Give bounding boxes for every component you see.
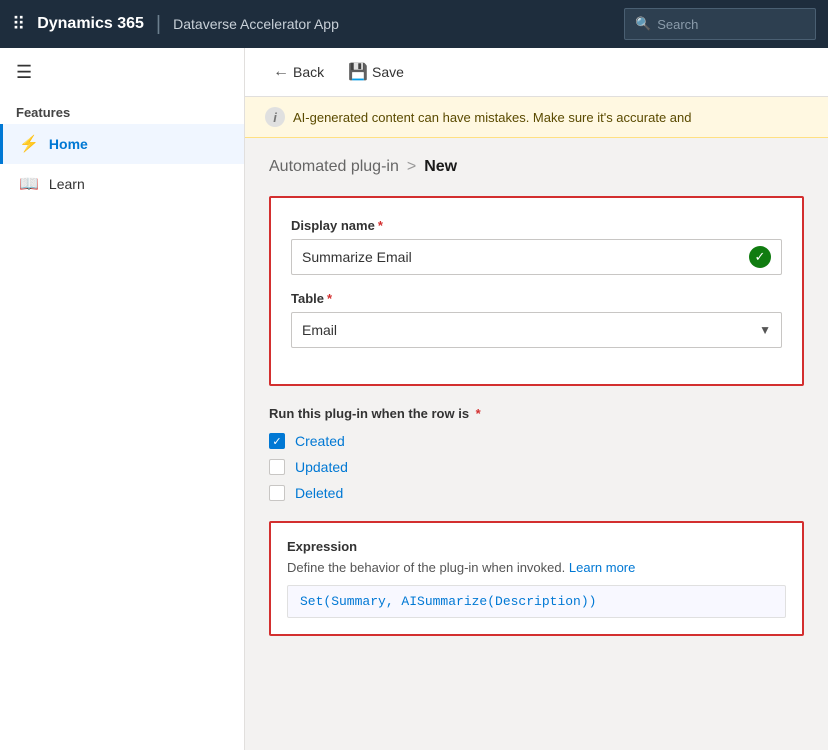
sidebar-item-learn[interactable]: 📖 Learn [0, 164, 244, 204]
checkbox-group: ✓ Created Updated Deleted [269, 433, 804, 501]
content-area: ← Back 💾 Save i AI-generated content can… [245, 48, 828, 750]
table-select-value: Email [302, 322, 759, 338]
checkbox-updated-label: Updated [295, 459, 348, 475]
sidebar-item-home[interactable]: ⚡ Home [0, 124, 244, 164]
warning-text: AI-generated content can have mistakes. … [293, 110, 691, 125]
grid-icon[interactable]: ⠿ [12, 14, 25, 35]
sidebar-item-learn-label: Learn [49, 176, 85, 192]
checkbox-updated[interactable]: Updated [269, 459, 804, 475]
display-name-input-wrapper: ✓ [291, 239, 782, 275]
search-bar[interactable]: 🔍 Search [624, 8, 816, 40]
sidebar-section-label: Features [0, 97, 244, 124]
search-icon: 🔍 [635, 16, 651, 32]
run-when-required: * [476, 406, 481, 421]
expression-desc: Define the behavior of the plug-in when … [287, 560, 786, 575]
back-button[interactable]: ← Back [265, 59, 332, 85]
app-subtitle: Dataverse Accelerator App [173, 16, 624, 32]
run-when-section: Run this plug-in when the row is * ✓ Cre… [269, 406, 804, 501]
save-icon: 💾 [348, 62, 368, 82]
expression-card: Expression Define the behavior of the pl… [269, 521, 804, 636]
expression-code[interactable]: Set(Summary, AISummarize(Description)) [287, 585, 786, 618]
search-placeholder: Search [657, 17, 698, 32]
table-label: Table * [291, 291, 782, 306]
top-nav: ⠿ Dynamics 365 | Dataverse Accelerator A… [0, 0, 828, 48]
expression-title: Expression [287, 539, 786, 554]
breadcrumb-parent: Automated plug-in [269, 158, 399, 176]
checkbox-created-label: Created [295, 433, 345, 449]
checkbox-created-checkmark: ✓ [272, 435, 281, 448]
form-card: Display name * ✓ Table * Email [269, 196, 804, 386]
display-name-label: Display name * [291, 218, 782, 233]
checkbox-created-box[interactable]: ✓ [269, 433, 285, 449]
page-content: Automated plug-in > New Display name * ✓ [245, 138, 828, 750]
learn-icon: 📖 [19, 174, 39, 194]
app-title: Dynamics 365 [37, 15, 144, 33]
back-icon: ← [273, 63, 289, 81]
breadcrumb: Automated plug-in > New [269, 158, 804, 176]
display-name-input[interactable] [302, 249, 749, 265]
sidebar-item-home-label: Home [49, 136, 88, 152]
back-label: Back [293, 64, 324, 80]
warning-banner: i AI-generated content can have mistakes… [245, 97, 828, 138]
checkbox-deleted-box[interactable] [269, 485, 285, 501]
checkbox-updated-box[interactable] [269, 459, 285, 475]
chevron-down-icon: ▼ [759, 323, 771, 337]
info-icon: i [265, 107, 285, 127]
toolbar: ← Back 💾 Save [245, 48, 828, 97]
breadcrumb-current: New [424, 158, 457, 176]
table-required: * [327, 291, 332, 306]
checkbox-deleted[interactable]: Deleted [269, 485, 804, 501]
table-select[interactable]: Email ▼ [291, 312, 782, 348]
sidebar: ☰ Features ⚡ Home 📖 Learn [0, 48, 245, 750]
save-button[interactable]: 💾 Save [340, 58, 412, 86]
breadcrumb-separator: > [407, 158, 416, 176]
expression-learn-more-link[interactable]: Learn more [569, 560, 635, 575]
checkbox-deleted-label: Deleted [295, 485, 343, 501]
save-label: Save [372, 64, 404, 80]
hamburger-menu[interactable]: ☰ [0, 48, 244, 97]
display-name-field: Display name * ✓ [291, 218, 782, 275]
home-icon: ⚡ [19, 134, 39, 154]
main-layout: ☰ Features ⚡ Home 📖 Learn ← Back 💾 Save … [0, 48, 828, 750]
valid-checkmark-icon: ✓ [749, 246, 771, 268]
checkbox-created[interactable]: ✓ Created [269, 433, 804, 449]
nav-divider: | [156, 13, 161, 36]
table-field: Table * Email ▼ [291, 291, 782, 348]
run-when-label: Run this plug-in when the row is * [269, 406, 804, 421]
display-name-required: * [378, 218, 383, 233]
